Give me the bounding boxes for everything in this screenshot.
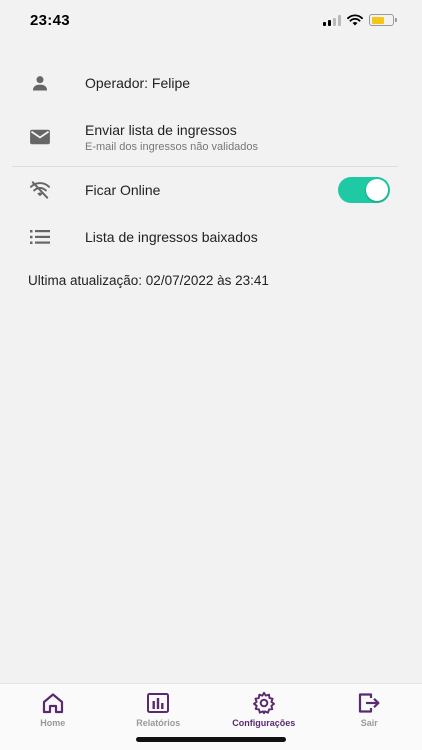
operator-row: Operador: Felipe [0,58,422,108]
home-indicator [136,737,286,742]
send-list-subtitle: E-mail dos ingressos não validados [85,140,259,153]
status-bar: 23:43 [0,0,422,44]
settings-list: Operador: Felipe Enviar lista de ingress… [0,58,422,261]
send-list-title: Enviar lista de ingressos [85,121,237,138]
status-time: 23:43 [30,11,70,29]
downloaded-list-label: Lista de ingressos baixados [85,229,258,245]
tab-logout[interactable]: Sair [317,684,422,750]
mail-icon [28,125,52,149]
tab-home-label: Home [40,718,66,728]
operator-label: Operador: Felipe [85,75,191,91]
person-icon [28,71,52,95]
logout-icon [356,690,382,716]
home-icon [40,690,66,716]
downloaded-list-row[interactable]: Lista de ingressos baixados [0,213,422,261]
list-icon [28,225,52,249]
status-icons [323,14,397,26]
send-list-row[interactable]: Enviar lista de ingressos E-mail dos ing… [0,108,422,166]
wifi-off-icon [28,178,52,202]
tab-home[interactable]: Home [0,684,106,750]
wifi-icon [347,14,363,26]
tab-reports-label: Relatórios [136,718,181,728]
stay-online-label: Ficar Online [85,182,161,198]
last-update-text: Ultima atualização: 02/07/2022 às 23:41 [28,273,269,288]
stay-online-toggle[interactable] [338,177,390,203]
tab-settings-label: Configurações [232,718,296,728]
toggle-knob [366,179,388,201]
stay-online-row: Ficar Online [0,167,422,213]
chart-icon [145,690,171,716]
battery-icon [369,14,397,26]
gear-icon [251,690,277,716]
signal-icon [323,14,341,26]
tab-logout-label: Sair [360,718,378,728]
